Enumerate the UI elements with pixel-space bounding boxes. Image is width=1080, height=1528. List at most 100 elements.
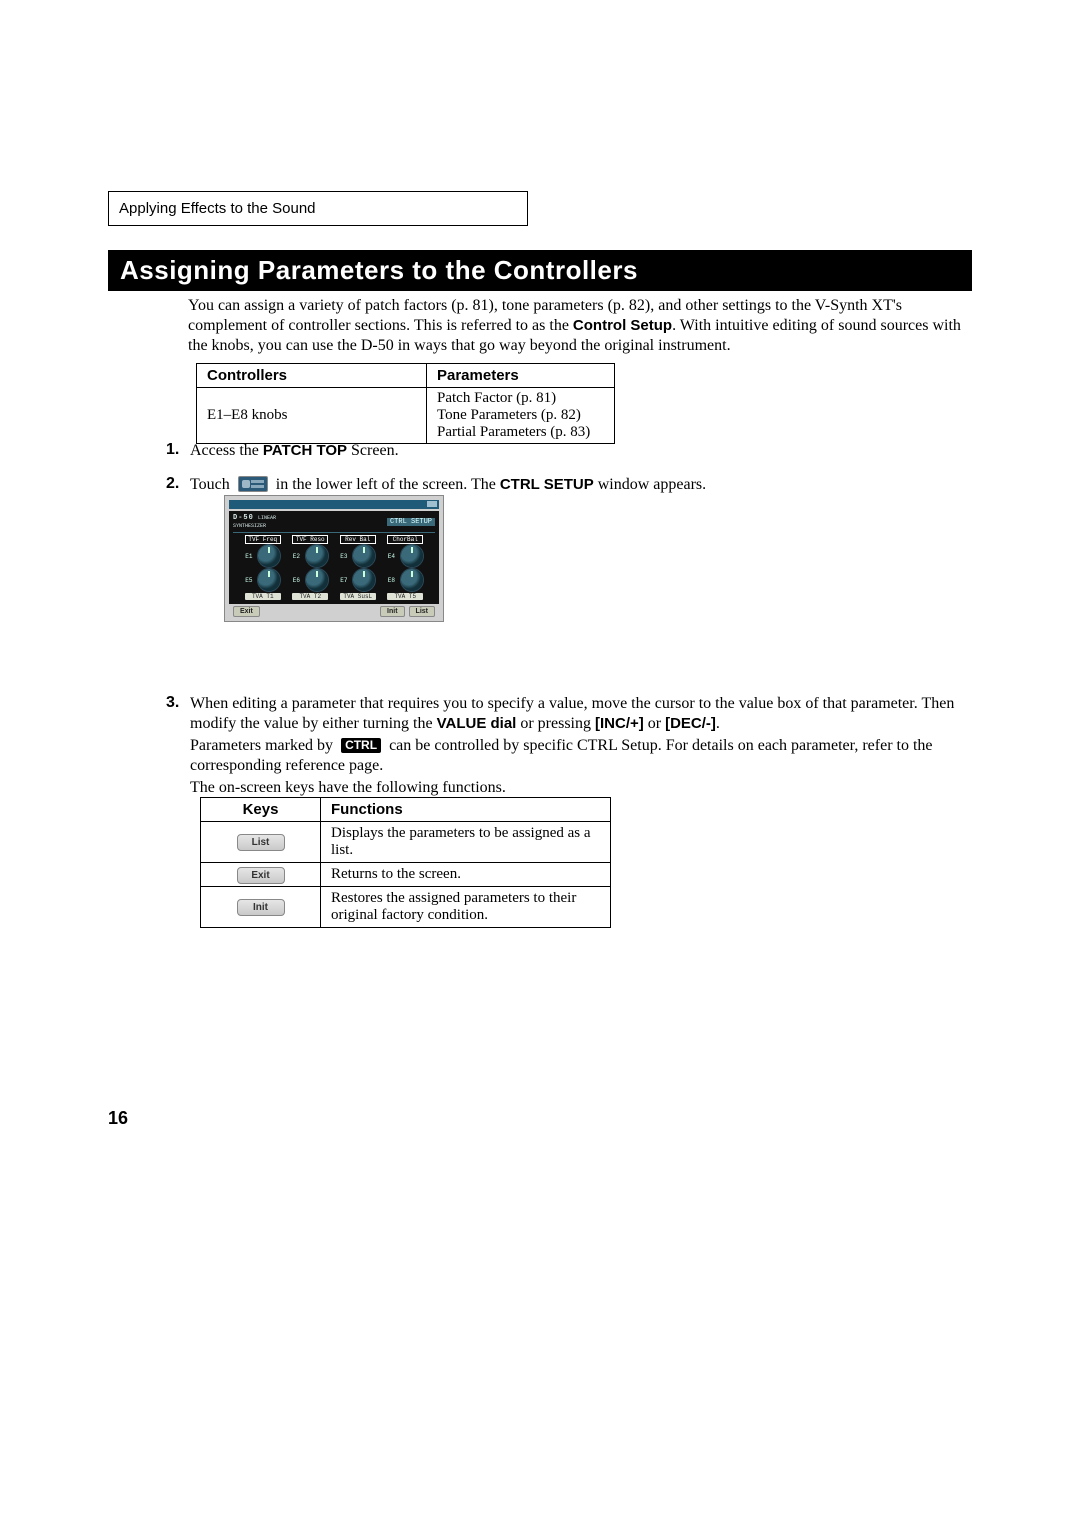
knob-e4-label: E4 [388, 553, 398, 560]
d50-logo: D-50 [233, 514, 254, 522]
knob-e6-label: E6 [293, 577, 303, 584]
knob-e8: E8 [388, 569, 423, 591]
key-cell: Init [201, 887, 321, 928]
d50-logo-block: D-50 LINEAR SYNTHESIZER [233, 514, 276, 530]
s3-p1d: . [716, 715, 720, 732]
ctrl-footer-left: Exit [233, 606, 260, 617]
ctrl-label: TVA T5 [387, 593, 423, 600]
intro-bold: Control Setup [573, 317, 672, 334]
ctrl-label: TVF Reso [292, 535, 328, 544]
page-root: Applying Effects to the Sound Assigning … [0, 0, 1080, 1528]
knob-e3-label: E3 [340, 553, 350, 560]
ctrl-footer-right: Init List [380, 606, 435, 617]
knob-e2-label: E2 [293, 553, 303, 560]
knob-icon [306, 569, 328, 591]
ctrl-footer: Exit Init List [229, 606, 439, 617]
knob-e1: E1 [245, 545, 280, 567]
ctrl-knob-row-2: E5 E6 E7 E8 [239, 569, 429, 591]
ctrl-bottom-labels: TVA T1 TVA T2 TVA SusL TVA T5 [239, 593, 429, 600]
ctrl-header-title: CTRL SETUP [387, 518, 435, 526]
step-num-3: 3. [166, 694, 190, 801]
breadcrumb: Applying Effects to the Sound [108, 191, 528, 226]
s3-inc: [INC/+] [595, 715, 644, 732]
key-cell: List [201, 822, 321, 863]
page-number: 16 [108, 1108, 128, 1129]
ctrl-top-labels: TVF Freq TVF Reso Rev Bal ChorBal [239, 535, 429, 544]
ctrl-label: Rev Bal [340, 535, 376, 544]
th-keys: Keys [201, 798, 321, 822]
keys-functions-table: Keys Functions List Displays the paramet… [200, 797, 611, 928]
s2-text-d: window appears. [594, 476, 706, 493]
knob-e6: E6 [293, 569, 328, 591]
ctrl-outer-frame: D-50 LINEAR SYNTHESIZER CTRL SETUP TVF F… [224, 495, 444, 622]
s3-p1c: or [644, 715, 665, 732]
s3-p3: The on-screen keys have the following fu… [190, 778, 972, 798]
section-title: Assigning Parameters to the Controllers [108, 250, 972, 291]
fn-cell: Returns to the screen. [321, 863, 611, 887]
ctrl-exit-button: Exit [233, 606, 260, 617]
step-3-body: When editing a parameter that requires y… [190, 694, 972, 801]
knob-icon [353, 545, 375, 567]
step-1-body: Access the PATCH TOP Screen. [190, 441, 972, 461]
knob-icon [353, 569, 375, 591]
table-header-row: Keys Functions [201, 798, 611, 822]
s3-value-dial: VALUE dial [437, 715, 517, 732]
knob-e3: E3 [340, 545, 375, 567]
knob-icon [258, 545, 280, 567]
td-param-line: Patch Factor (p. 81) [437, 390, 604, 407]
ctrl-label: ChorBal [387, 535, 423, 544]
ctrl-screen: D-50 LINEAR SYNTHESIZER CTRL SETUP TVF F… [229, 511, 439, 604]
knob-icon [401, 545, 423, 567]
list-key-button: List [237, 834, 285, 851]
s2-bold: CTRL SETUP [500, 476, 594, 493]
step-2: 2. Touch in the lower left of the screen… [166, 475, 972, 495]
d50-sub2: SYNTHESIZER [233, 523, 266, 529]
td-param-line: Tone Parameters (p. 82) [437, 407, 604, 424]
knob-e8-label: E8 [388, 577, 398, 584]
knob-icon [258, 569, 280, 591]
td-params: Patch Factor (p. 81) Tone Parameters (p.… [427, 388, 615, 444]
controllers-table: Controllers Parameters E1–E8 knobs Patch… [196, 363, 615, 444]
knob-e7: E7 [340, 569, 375, 591]
ctrl-badge-icon: CTRL [341, 738, 381, 753]
intro-paragraph: You can assign a variety of patch factor… [188, 296, 972, 356]
knob-e5-label: E5 [245, 577, 255, 584]
step-num-2: 2. [166, 475, 190, 495]
table-header-row: Controllers Parameters [197, 364, 615, 388]
step-num-1: 1. [166, 441, 190, 461]
exit-key-button: Exit [237, 867, 285, 884]
ctrl-header: D-50 LINEAR SYNTHESIZER CTRL SETUP [233, 513, 435, 533]
th-parameters: Parameters [427, 364, 615, 388]
table-row: E1–E8 knobs Patch Factor (p. 81) Tone Pa… [197, 388, 615, 444]
knob-e2: E2 [293, 545, 328, 567]
fn-cell: Displays the parameters to be assigned a… [321, 822, 611, 863]
s1-bold: PATCH TOP [263, 442, 347, 459]
ctrl-setup-screenshot: D-50 LINEAR SYNTHESIZER CTRL SETUP TVF F… [224, 495, 444, 622]
knob-e7-label: E7 [340, 577, 350, 584]
ctrl-knob-row-1: E1 E2 E3 E4 [239, 545, 429, 567]
knob-icon [401, 569, 423, 591]
ctrl-titlebar [229, 500, 439, 509]
table-row: Init Restores the assigned parameters to… [201, 887, 611, 928]
step-3-row: 3. When editing a parameter that require… [166, 694, 972, 801]
ctrl-label: TVF Freq [245, 535, 281, 544]
step-3: 3. When editing a parameter that require… [166, 694, 972, 801]
init-key-button: Init [237, 899, 285, 916]
th-functions: Functions [321, 798, 611, 822]
s1-text-a: Access the [190, 442, 263, 459]
step-2-body: Touch in the lower left of the screen. T… [190, 475, 972, 495]
td-param-line: Partial Parameters (p. 83) [437, 424, 604, 441]
td-controller: E1–E8 knobs [197, 388, 427, 444]
s2-text-a: Touch [190, 476, 234, 493]
steps-container: 1. Access the PATCH TOP Screen. 2. Touch… [166, 441, 972, 494]
table-row: List Displays the parameters to be assig… [201, 822, 611, 863]
s2-text-b: in the lower left of the screen. The [272, 476, 500, 493]
key-cell: Exit [201, 863, 321, 887]
knob-e5: E5 [245, 569, 280, 591]
ctrl-setup-icon [238, 476, 268, 492]
d50-sub1: LINEAR [258, 515, 276, 521]
ctrl-init-button: Init [380, 606, 405, 617]
ctrl-list-button: List [409, 606, 435, 617]
knob-e4: E4 [388, 545, 423, 567]
ctrl-label: TVA T1 [245, 593, 281, 600]
